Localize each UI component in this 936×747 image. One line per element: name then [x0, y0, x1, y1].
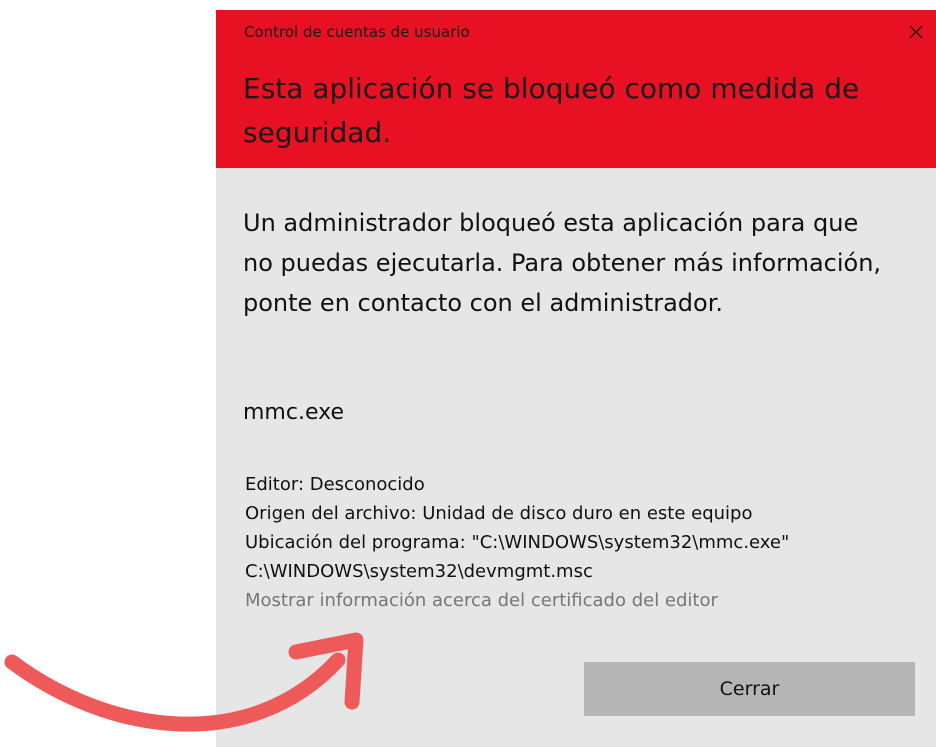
uac-dialog: Control de cuentas de usuario Esta aplic… — [216, 10, 936, 747]
location-argument-line: C:\WINDOWS\system32\devmgmt.msc — [245, 561, 593, 582]
dialog-message: Un administrador bloqueó esta aplicación… — [243, 209, 882, 317]
dialog-header: Control de cuentas de usuario Esta aplic… — [216, 10, 936, 168]
origin-line: Origen del archivo: Unidad de disco duro… — [245, 503, 753, 524]
close-icon — [909, 25, 923, 39]
window-title: Control de cuentas de usuario — [244, 23, 470, 41]
location-line: Ubicación del programa: "C:\WINDOWS\syst… — [245, 532, 790, 553]
dialog-headline: Esta aplicación se bloqueó como medida d… — [243, 72, 860, 149]
app-name: mmc.exe — [243, 400, 344, 425]
show-certificate-link[interactable]: Mostrar información acerca del certifica… — [245, 586, 935, 615]
publisher-line: Editor: Desconocido — [245, 474, 425, 495]
screenshot-stage: Control de cuentas de usuario Esta aplic… — [0, 0, 936, 747]
close-window-button[interactable] — [896, 12, 936, 52]
app-details: Editor: Desconocido Origen del archivo: … — [245, 470, 935, 615]
close-button[interactable]: Cerrar — [584, 662, 915, 716]
